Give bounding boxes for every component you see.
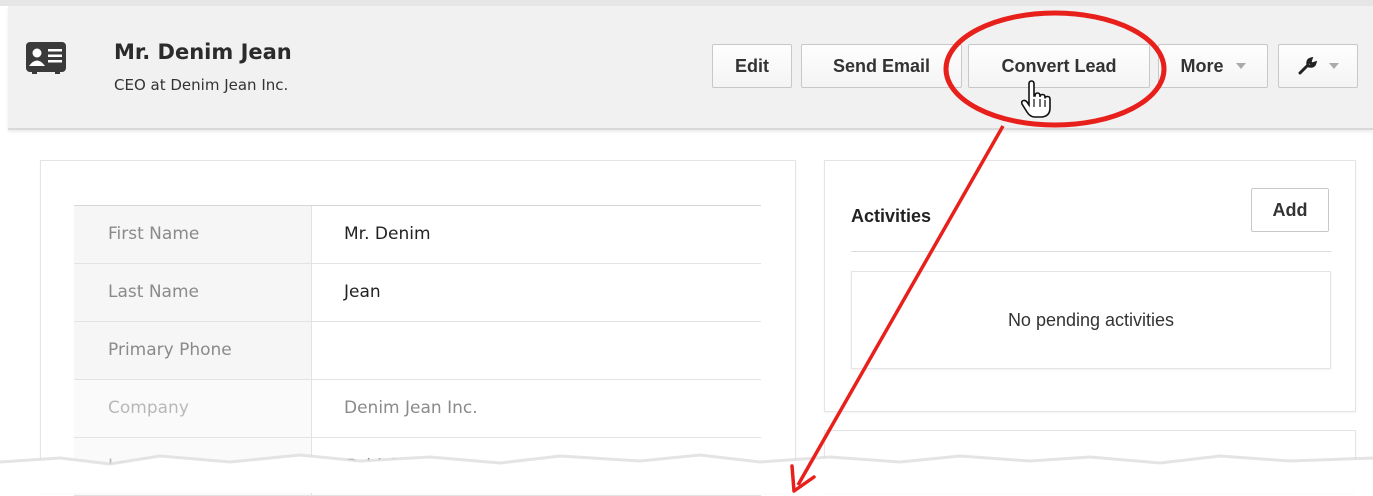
convert-lead-button-label: Convert Lead [1001, 55, 1117, 76]
contact-card-icon [26, 42, 66, 74]
convert-lead-button[interactable]: Convert Lead [968, 44, 1150, 88]
table-row: Primary Phone [74, 322, 761, 380]
send-email-button[interactable]: Send Email [801, 44, 962, 88]
table-row: Company Denim Jean Inc. [74, 380, 761, 438]
edit-button-label: Edit [735, 55, 769, 76]
empty-activities-text: No pending activities [1007, 309, 1175, 330]
field-value[interactable]: Jean [312, 264, 381, 321]
table-row: Last Name Jean [74, 264, 761, 322]
add-activity-button-label: Add [1272, 199, 1308, 220]
torn-edge [0, 453, 1373, 493]
activities-title: Activities [851, 206, 932, 226]
field-value[interactable]: Denim Jean Inc. [312, 380, 478, 437]
empty-activities-box: No pending activities [851, 271, 1331, 369]
hand-pointer-icon [1020, 80, 1051, 118]
field-value[interactable]: Mr. Denim [312, 206, 431, 263]
field-label: Company [74, 380, 312, 437]
chevron-down-icon [1235, 63, 1246, 69]
field-label: Last Name [74, 264, 312, 321]
more-dropdown-button[interactable]: More [1158, 44, 1268, 88]
chevron-down-icon [1329, 63, 1339, 69]
activities-panel: Activities Add No pending activities [824, 160, 1356, 412]
more-button-label: More [1180, 55, 1224, 76]
field-label: Primary Phone [74, 322, 312, 379]
add-activity-button[interactable]: Add [1251, 188, 1329, 232]
field-value[interactable] [312, 322, 344, 379]
divider [851, 251, 1331, 252]
send-email-button-label: Send Email [832, 55, 931, 76]
field-label: First Name [74, 206, 312, 263]
lead-title: CEO at Denim Jean Inc. [114, 76, 289, 94]
wrench-icon [1298, 56, 1317, 75]
lead-name: Mr. Denim Jean [114, 40, 292, 64]
table-row: First Name Mr. Denim [74, 206, 761, 264]
edit-button[interactable]: Edit [712, 44, 792, 88]
settings-dropdown-button[interactable] [1278, 44, 1358, 88]
